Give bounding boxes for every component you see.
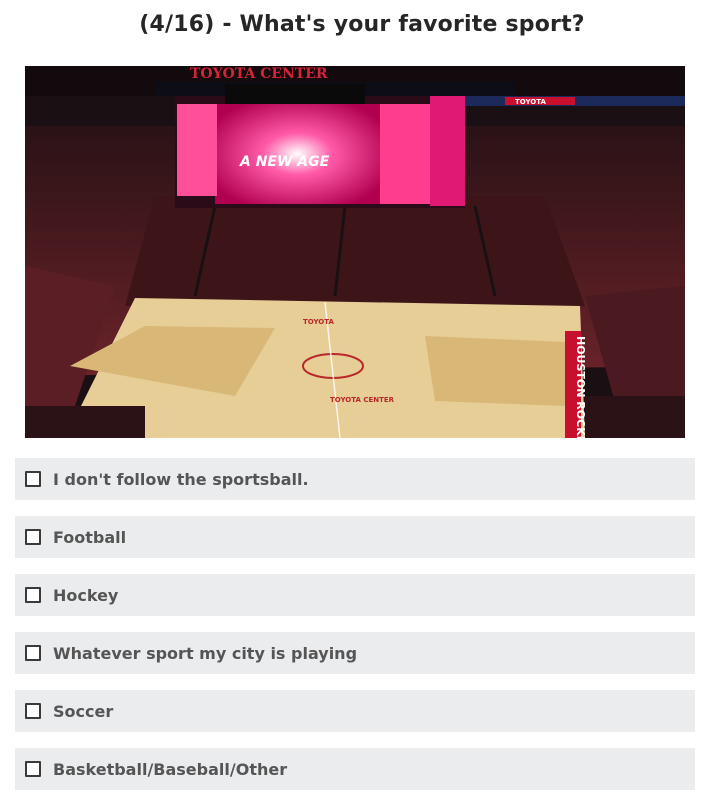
answer-option-label: Whatever sport my city is playing — [53, 643, 358, 663]
answer-checkbox[interactable] — [25, 703, 41, 719]
court-text-top: TOYOTA — [303, 318, 334, 326]
answer-option[interactable]: Football — [15, 516, 695, 558]
answer-option-label: I don't follow the sportsball. — [53, 469, 309, 489]
answer-option-label: Soccer — [53, 701, 114, 721]
answer-option[interactable]: Whatever sport my city is playing — [15, 632, 695, 674]
answer-checkbox[interactable] — [25, 645, 41, 661]
answer-checkbox[interactable] — [25, 471, 41, 487]
answer-checkbox[interactable] — [25, 761, 41, 777]
scoreboard-text: A NEW AGE — [239, 154, 330, 170]
answer-option[interactable]: Soccer — [15, 690, 695, 732]
answer-option-label: Basketball/Baseball/Other — [53, 759, 288, 779]
answer-option-label: Football — [53, 527, 127, 547]
answer-option-label: Hockey — [53, 585, 119, 605]
banner-right-text: TOYOTA — [515, 98, 546, 106]
answer-option[interactable]: Basketball/Baseball/Other — [15, 748, 695, 790]
arena-photo: TOYOTA CENTER TOYOTA A NEW AGE TOYOTA TO… — [25, 66, 685, 438]
court-text-bottom: TOYOTA CENTER — [330, 396, 395, 404]
answer-option[interactable]: I don't follow the sportsball. — [15, 458, 695, 500]
question-title: (4/16) - What's your favorite sport? — [139, 12, 585, 37]
answer-options: I don't follow the sportsball. Football Ho… — [15, 458, 695, 806]
answer-checkbox[interactable] — [25, 587, 41, 603]
arena-sign: TOYOTA CENTER — [190, 66, 328, 82]
answer-checkbox[interactable] — [25, 529, 41, 545]
answer-option[interactable]: Hockey — [15, 574, 695, 616]
